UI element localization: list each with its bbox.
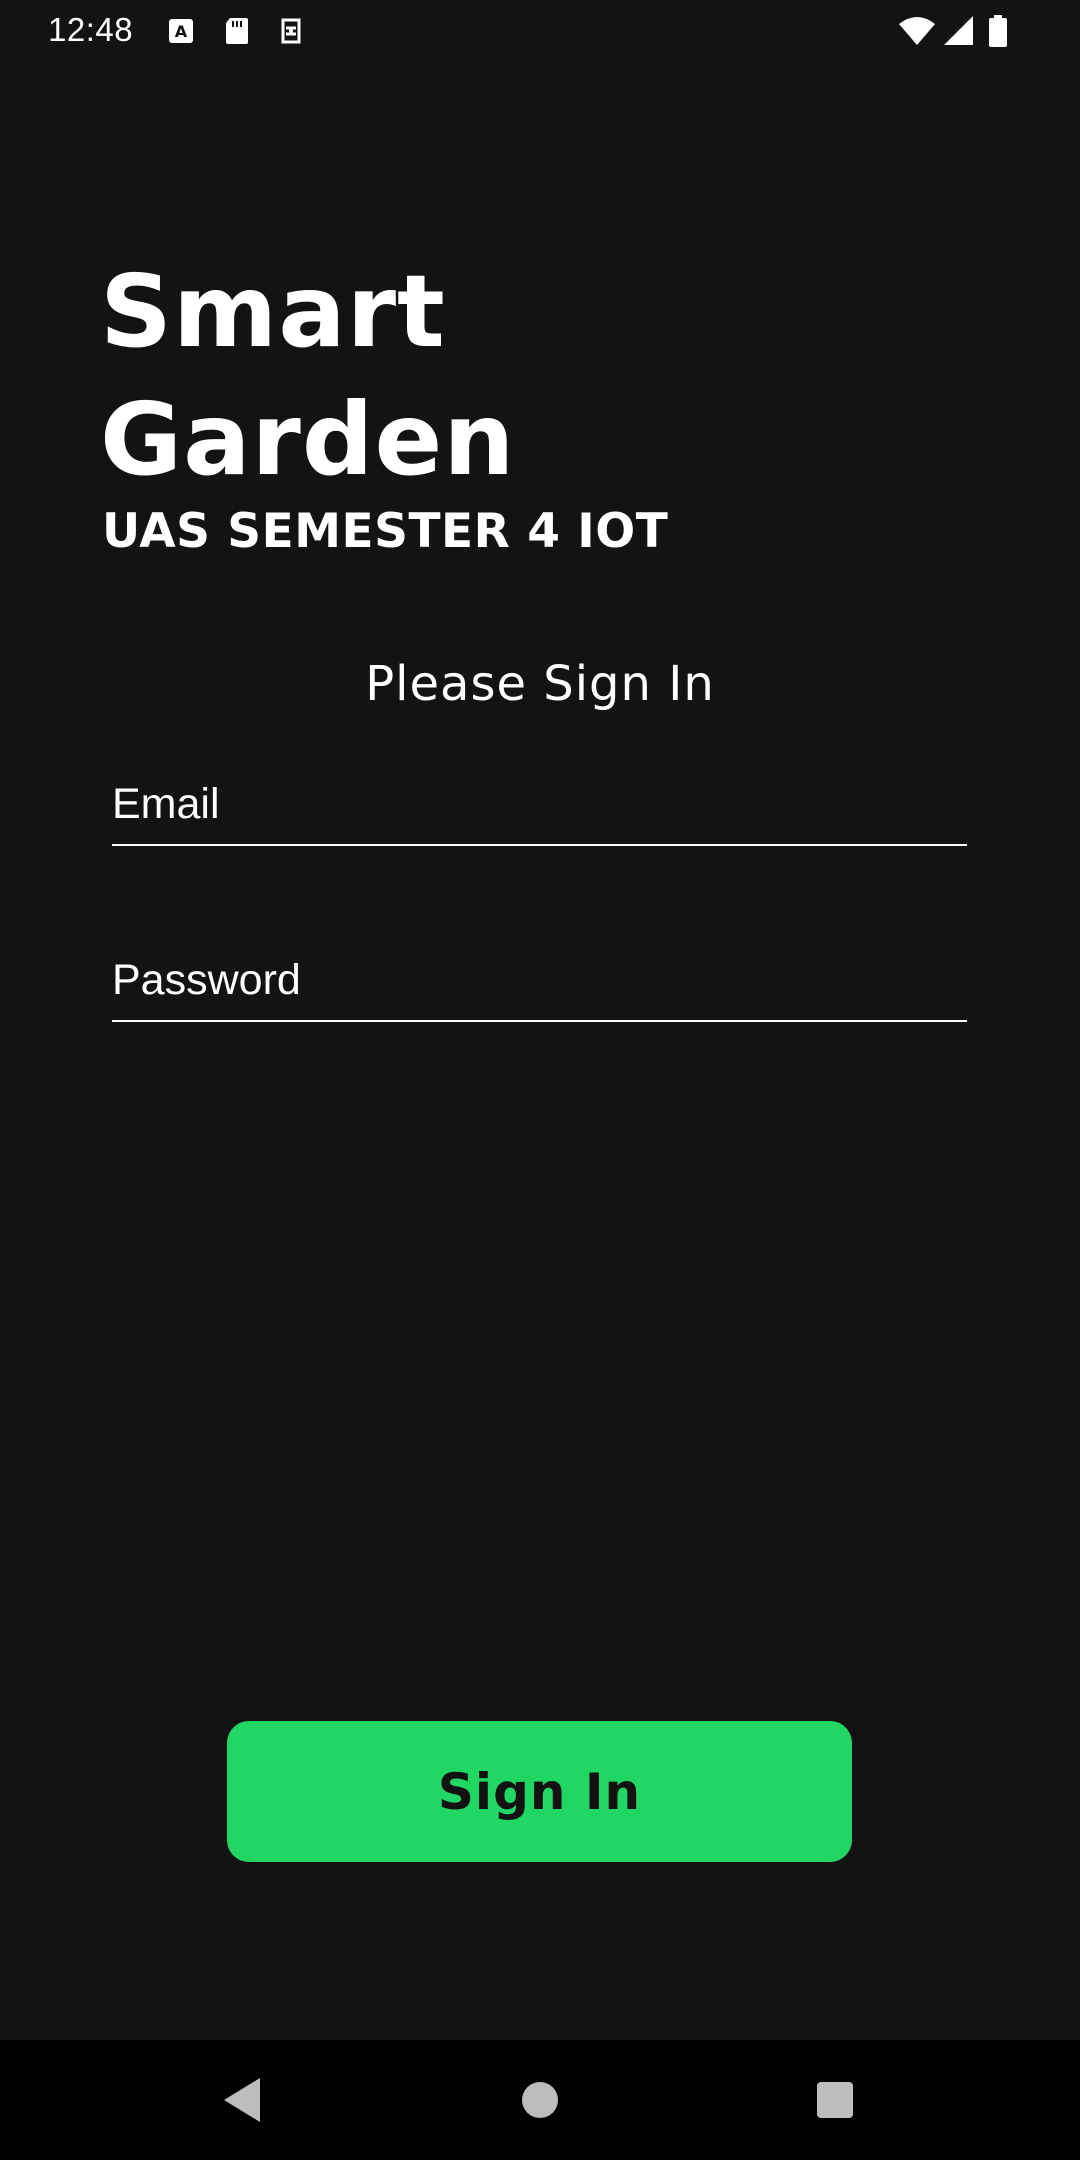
back-icon[interactable] xyxy=(212,2070,272,2130)
email-field[interactable] xyxy=(112,764,967,844)
password-field-container xyxy=(112,940,967,1022)
cell-signal-icon xyxy=(942,14,976,48)
battery-icon xyxy=(986,14,1010,48)
email-field-container xyxy=(112,764,967,846)
app-subtitle: UAS SEMESTER 4 IOT xyxy=(102,504,669,559)
status-bar: 12:48 A xyxy=(0,0,1080,62)
password-field[interactable] xyxy=(112,940,967,1020)
sim-sync-icon xyxy=(274,14,308,48)
status-time: 12:48 xyxy=(48,11,134,48)
app-title-line-2: Garden xyxy=(100,381,516,498)
sign-in-button[interactable]: Sign In xyxy=(227,1721,852,1862)
recents-icon[interactable] xyxy=(805,2070,865,2130)
app-title-line-1: Smart xyxy=(100,253,446,370)
navigation-bar xyxy=(0,2040,1080,2160)
svg-text:A: A xyxy=(175,22,188,41)
sd-card-icon xyxy=(220,14,254,48)
app-title: Smart Garden xyxy=(100,248,515,504)
signin-prompt: Please Sign In xyxy=(365,656,715,712)
home-icon[interactable] xyxy=(510,2070,570,2130)
font-a-icon: A xyxy=(165,14,199,48)
sign-in-button-label: Sign In xyxy=(437,1762,642,1821)
wifi-icon xyxy=(898,14,936,48)
